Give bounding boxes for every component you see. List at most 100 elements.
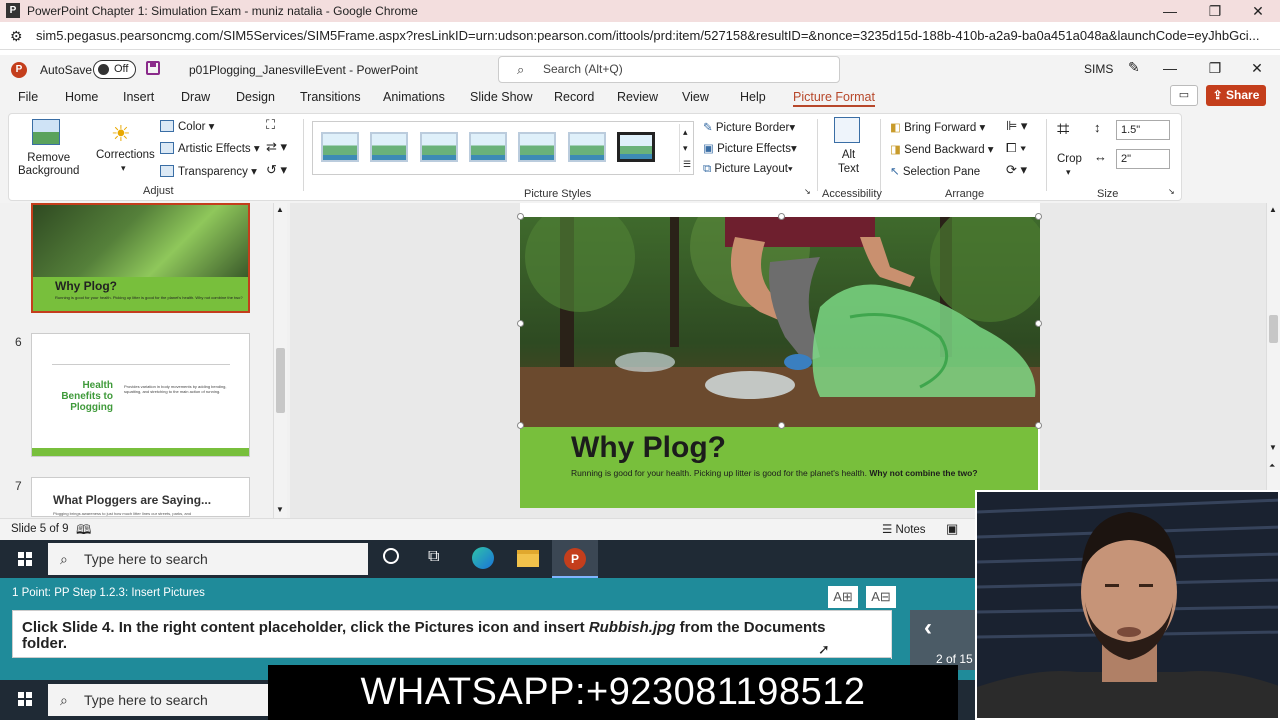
slide-photo[interactable]: [520, 217, 1040, 427]
slide-thumbnail-7[interactable]: What Ploggers are Saying... Plogging bri…: [31, 477, 250, 517]
user-name[interactable]: SIMS: [1084, 62, 1113, 76]
slide-body[interactable]: Running is good for your health. Picking…: [571, 468, 991, 479]
task-view-icon[interactable]: ⧉: [428, 548, 439, 566]
edge-icon[interactable]: [472, 547, 494, 569]
picture-style-1[interactable]: [321, 132, 359, 162]
picture-style-4[interactable]: [469, 132, 507, 162]
width-field[interactable]: 2": [1116, 149, 1170, 169]
maximize-icon[interactable]: ❐: [1195, 0, 1235, 22]
color-button[interactable]: Color ▾: [160, 119, 214, 133]
picture-style-2[interactable]: [370, 132, 408, 162]
previous-question-icon[interactable]: ‹: [924, 614, 932, 642]
url-text[interactable]: sim5.pegasus.pearsoncmg.com/SIM5Services…: [36, 22, 1259, 50]
save-icon[interactable]: [146, 61, 160, 75]
picture-style-6[interactable]: [568, 132, 606, 162]
slide-title[interactable]: Why Plog?: [571, 431, 726, 465]
gallery-scroll-icons[interactable]: ▴ ▾ ☰: [679, 124, 691, 172]
reset-picture-icon[interactable]: ↺ ▾: [266, 162, 287, 178]
selection-handle[interactable]: [778, 213, 785, 220]
picture-style-3[interactable]: [420, 132, 458, 162]
corrections-button[interactable]: Corrections: [96, 149, 155, 161]
picture-style-5[interactable]: [518, 132, 556, 162]
slide-thumbnail-5[interactable]: Why Plog? Running is good for your healt…: [31, 203, 250, 313]
slide-thumbnail-6[interactable]: Health Benefits to Plogging Provides var…: [31, 333, 250, 457]
selection-handle[interactable]: [517, 320, 524, 327]
picture-styles-gallery[interactable]: ▴ ▾ ☰: [312, 121, 694, 175]
close-icon[interactable]: ✕: [1238, 0, 1278, 22]
notes-button[interactable]: ☰ Notes: [882, 522, 926, 536]
selection-handle[interactable]: [517, 422, 524, 429]
alt-text-button[interactable]: Alt Text: [838, 148, 859, 176]
compress-pictures-icon[interactable]: ⛶: [266, 117, 275, 133]
picture-styles-launcher-icon[interactable]: ↘: [804, 187, 811, 196]
slide-scrollbar[interactable]: ▲ ▼ ⏶: [1266, 203, 1280, 518]
selection-handle[interactable]: [1035, 422, 1042, 429]
file-explorer-icon[interactable]: [517, 550, 539, 567]
transparency-button[interactable]: Transparency ▾: [160, 164, 257, 178]
tab-design[interactable]: Design: [236, 90, 275, 104]
share-button[interactable]: ⇪ Share: [1206, 85, 1266, 106]
ppt-restore-icon[interactable]: ❐: [1195, 60, 1235, 77]
powerpoint-taskbar-button[interactable]: P: [552, 540, 598, 578]
align-icon[interactable]: ⊫ ▾: [1006, 118, 1027, 134]
minimize-icon[interactable]: —: [1150, 0, 1190, 22]
remove-background-button[interactable]: Remove Background: [18, 152, 79, 178]
picture-effects-button[interactable]: ▣ Picture Effects▾: [703, 141, 797, 155]
picture-border-button[interactable]: ✎ Picture Border▾: [703, 120, 795, 134]
remove-background-icon[interactable]: [32, 119, 60, 145]
tab-record[interactable]: Record: [554, 90, 594, 104]
tab-draw[interactable]: Draw: [181, 90, 210, 104]
tab-review[interactable]: Review: [617, 90, 658, 104]
group-icon[interactable]: ⧠ ▾: [1006, 140, 1026, 156]
tab-insert[interactable]: Insert: [123, 90, 154, 104]
tab-view[interactable]: View: [682, 90, 709, 104]
artistic-effects-button[interactable]: Artistic Effects ▾: [160, 141, 260, 155]
selection-handle[interactable]: [1035, 213, 1042, 220]
selection-handle[interactable]: [517, 213, 524, 220]
thumbnail-scrollbar[interactable]: ▲ ▼: [273, 203, 287, 518]
ppt-close-icon[interactable]: ✕: [1237, 60, 1277, 77]
scroll-down-icon[interactable]: ▼: [276, 505, 284, 514]
windows-start-icon[interactable]: [18, 552, 32, 566]
tab-slide-show[interactable]: Slide Show: [470, 90, 533, 104]
crop-icon[interactable]: ⌗: [1057, 116, 1069, 142]
tab-animations[interactable]: Animations: [383, 90, 445, 104]
site-settings-icon[interactable]: ⚙: [10, 22, 23, 50]
windows-start-icon[interactable]: [18, 692, 32, 706]
comments-icon[interactable]: ▭: [1170, 85, 1198, 106]
picture-style-7[interactable]: [617, 132, 655, 162]
scroll-up-icon[interactable]: ▲: [276, 205, 284, 214]
address-bar[interactable]: ⚙ sim5.pegasus.pearsoncmg.com/SIM5Servic…: [0, 22, 1280, 50]
tab-home[interactable]: Home: [65, 90, 98, 104]
picture-layout-button[interactable]: ⧉ Picture Layout▾: [703, 163, 793, 176]
alt-text-icon[interactable]: [834, 117, 860, 143]
corrections-chevron-icon[interactable]: ▾: [121, 163, 126, 174]
corrections-icon[interactable]: ☀: [111, 121, 131, 147]
bring-forward-button[interactable]: ◧ Bring Forward ▾: [890, 120, 985, 134]
rotate-icon[interactable]: ⟳ ▾: [1006, 162, 1027, 178]
previous-slide-icon[interactable]: ⏶: [1269, 461, 1275, 471]
change-picture-icon[interactable]: ⇄ ▾: [266, 139, 287, 155]
crop-button[interactable]: Crop: [1057, 153, 1082, 165]
ppt-minimize-icon[interactable]: —: [1150, 60, 1190, 76]
scroll-down-icon[interactable]: ▼: [1269, 443, 1277, 452]
crop-chevron-icon[interactable]: ▾: [1066, 167, 1071, 178]
normal-view-icon[interactable]: ▣: [946, 521, 958, 537]
selection-handle[interactable]: [1035, 320, 1042, 327]
scroll-thumb[interactable]: [276, 348, 285, 413]
slide-scroll-thumb[interactable]: [1269, 315, 1278, 343]
search-box[interactable]: ⌕ Search (Alt+Q): [498, 56, 840, 83]
tab-picture-format[interactable]: Picture Format: [793, 90, 875, 107]
size-launcher-icon[interactable]: ↘: [1168, 187, 1175, 196]
send-backward-button[interactable]: ◨ Send Backward ▾: [890, 142, 994, 156]
tab-file[interactable]: File: [18, 90, 38, 104]
selection-pane-button[interactable]: ↖ Selection Pane: [890, 164, 980, 178]
increase-font-button[interactable]: A⊞: [828, 586, 858, 608]
autosave-toggle[interactable]: Off: [93, 60, 136, 79]
scroll-up-icon[interactable]: ▲: [1269, 205, 1277, 214]
decrease-font-button[interactable]: A⊟: [866, 586, 896, 608]
cortana-icon[interactable]: [383, 548, 399, 564]
pen-icon[interactable]: ✎: [1128, 59, 1140, 76]
selection-handle[interactable]: [778, 422, 785, 429]
height-field[interactable]: 1.5": [1116, 120, 1170, 140]
